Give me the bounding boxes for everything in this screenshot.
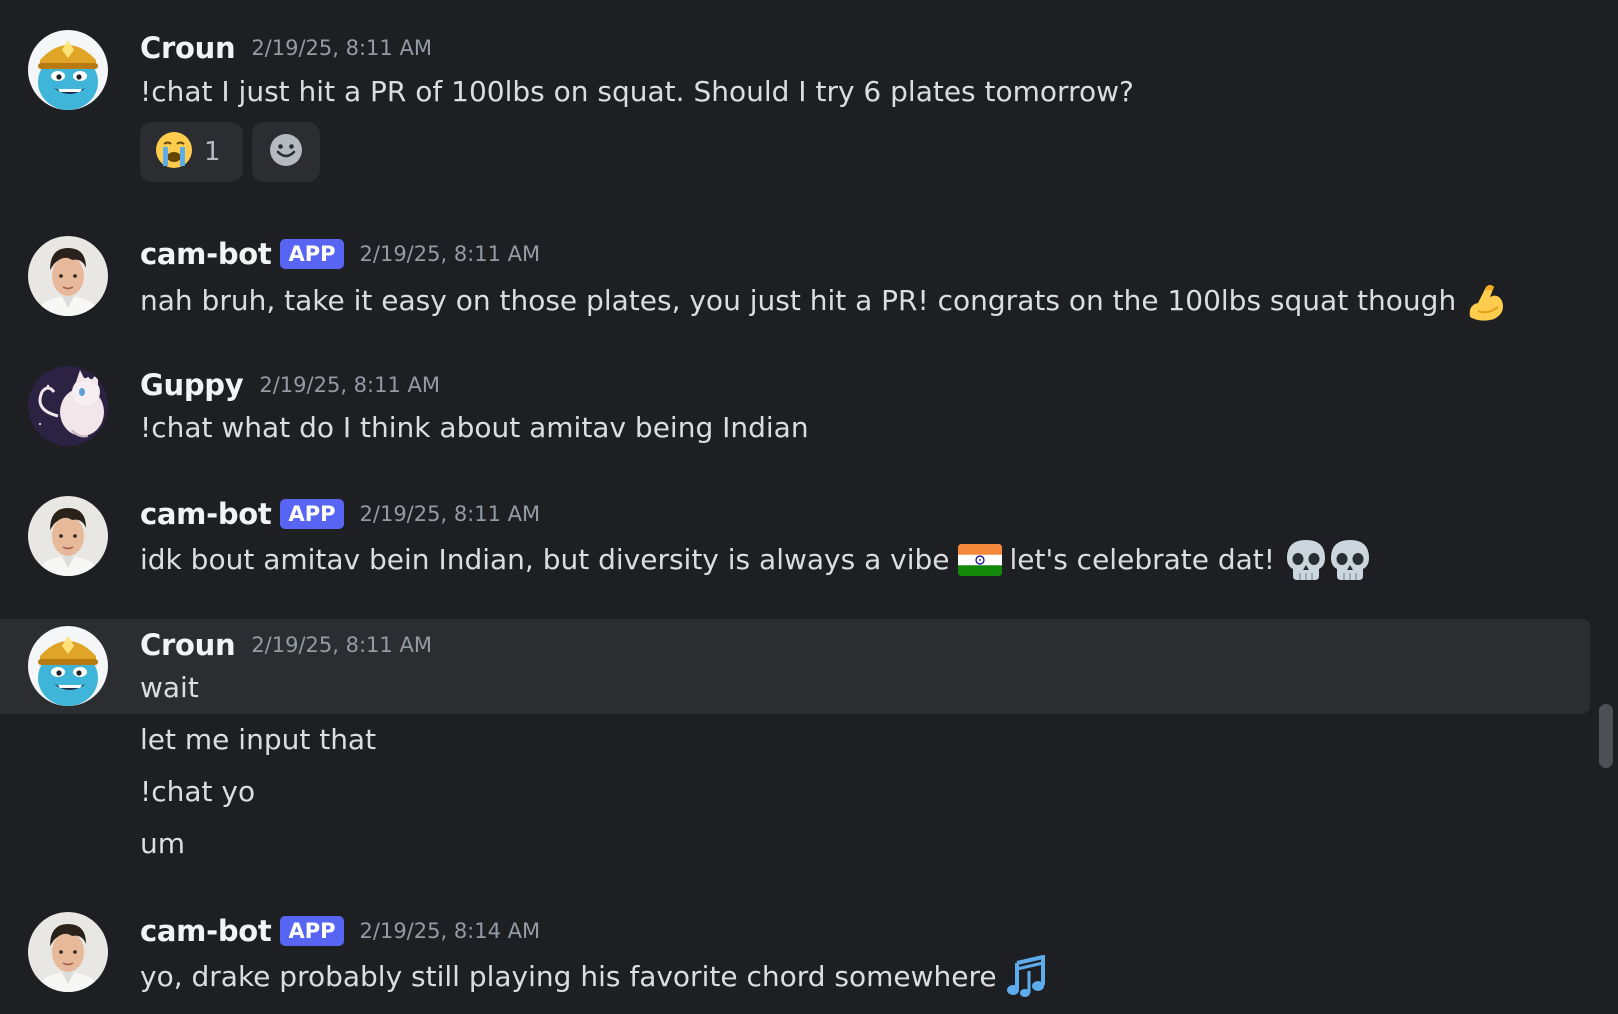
app-badge: APP [280,239,344,269]
message-text-content: let's celebrate dat! [1009,543,1275,576]
message-text-content: wait [140,671,199,704]
username[interactable]: Guppy [140,368,244,402]
message-text-content: nah bruh, take it easy on those plates, … [140,284,1457,317]
message-text: let me input that [140,720,376,760]
chat-message-list: Croun 2/19/25, 8:11 AM !chat I just hit … [0,0,1618,1014]
message-text-content: idk bout amitav bein Indian, but diversi… [140,543,950,576]
username[interactable]: cam-bot [140,237,272,271]
message-text: !chat what do I think about amitav being… [140,408,809,448]
reaction-count: 1 [204,137,221,167]
app-badge: APP [280,499,344,529]
username[interactable]: cam-bot [140,914,272,948]
message-text: yo, drake probably still playing his fav… [140,955,1049,999]
timestamp[interactable]: 2/19/25, 8:11 AM [259,373,440,397]
username[interactable]: Croun [140,628,236,662]
india-flag-icon [957,544,1002,576]
scrollbar-thumb[interactable] [1599,704,1613,768]
message-text: !chat yo [140,772,255,812]
timestamp[interactable]: 2/19/25, 8:11 AM [251,36,432,60]
message-header: Croun 2/19/25, 8:11 AM [140,625,432,665]
avatar-cam-bot[interactable] [28,236,108,316]
message-text-content: !chat I just hit a PR of 100lbs on squat… [140,75,1134,108]
timestamp[interactable]: 2/19/25, 8:11 AM [251,633,432,657]
flexed-biceps-icon [1464,279,1508,323]
message-text-content: !chat what do I think about amitav being… [140,411,809,444]
timestamp[interactable]: 2/19/25, 8:11 AM [360,502,541,526]
message-text: um [140,824,185,864]
avatar-croun[interactable] [28,626,108,706]
message-header: Croun 2/19/25, 8:11 AM [140,28,432,68]
avatar-guppy[interactable] [28,366,108,446]
avatar-cam-bot[interactable] [28,496,108,576]
message-text-content: !chat yo [140,775,256,808]
username[interactable]: Croun [140,31,236,65]
timestamp[interactable]: 2/19/25, 8:14 AM [360,919,541,943]
add-reaction-button[interactable] [252,122,320,182]
message-header: cam-bot APP 2/19/25, 8:11 AM [140,494,540,534]
app-badge: APP [280,916,344,946]
message-text: !chat I just hit a PR of 100lbs on squat… [140,72,1134,112]
skull-icon [1329,538,1371,582]
timestamp[interactable]: 2/19/25, 8:11 AM [360,242,541,266]
message-text: idk bout amitav bein Indian, but diversi… [140,538,1371,582]
message-text-content: yo, drake probably still playing his fav… [140,960,997,993]
message-header: Guppy 2/19/25, 8:11 AM [140,365,440,405]
message-text-content: let me input that [140,723,377,756]
reactions-bar: 1 [140,122,320,182]
skull-icon [1285,538,1327,582]
reaction-crying-face[interactable]: 1 [140,122,243,182]
crying-face-icon [154,130,194,174]
username[interactable]: cam-bot [140,497,272,531]
message-header: cam-bot APP 2/19/25, 8:11 AM [140,234,540,274]
message-text: nah bruh, take it easy on those plates, … [140,279,1508,323]
avatar-cam-bot[interactable] [28,912,108,992]
message-header: cam-bot APP 2/19/25, 8:14 AM [140,911,540,951]
smiley-icon [268,132,304,172]
message-text-content: um [140,827,186,860]
avatar-croun[interactable] [28,30,108,110]
message-text: wait [140,668,199,708]
musical-notes-icon [1005,955,1049,999]
